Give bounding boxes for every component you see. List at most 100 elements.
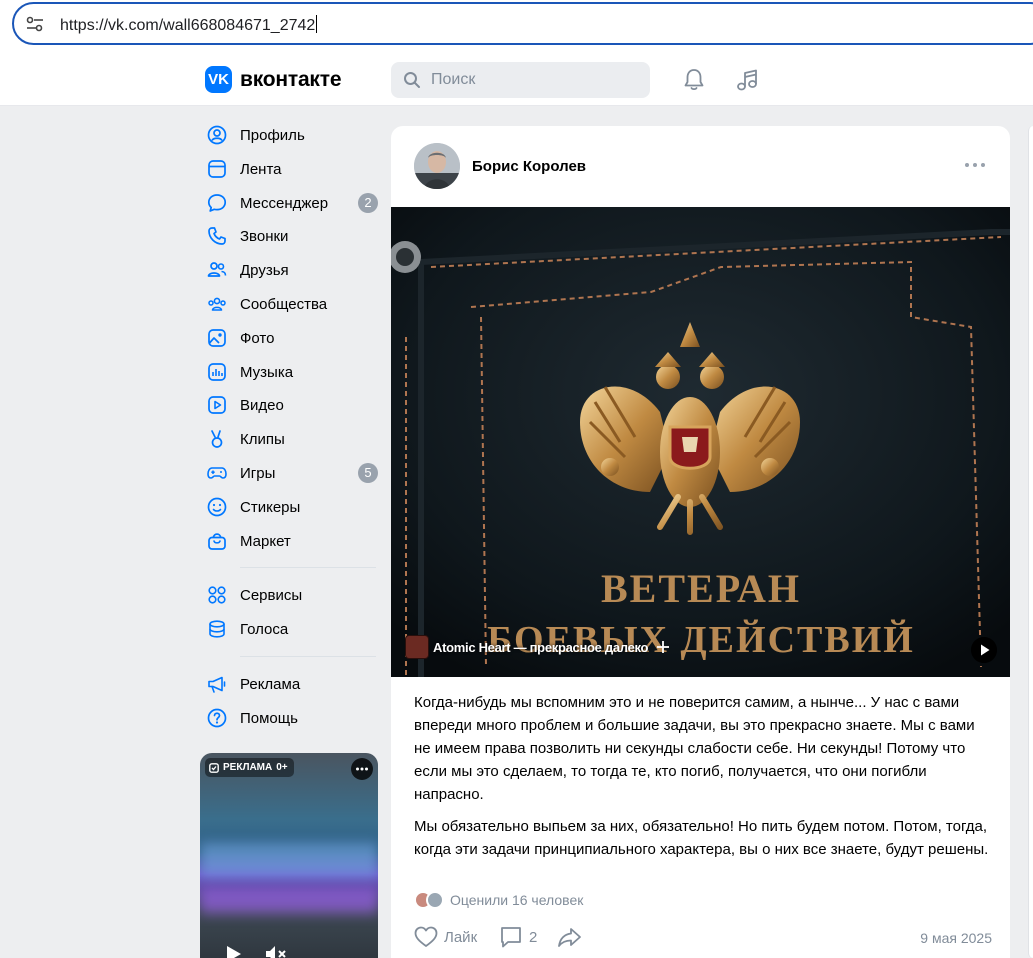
url-text: https://vk.com/wall668084671_2742	[60, 15, 318, 34]
post-more-icon[interactable]	[963, 159, 987, 171]
like-label: Лайк	[444, 928, 478, 946]
sidebar-item-label: Стикеры	[240, 498, 301, 516]
photo-icon	[208, 328, 226, 347]
author-avatar[interactable]	[414, 143, 460, 189]
avatar-image	[414, 143, 460, 189]
music-note-icon[interactable]	[734, 67, 760, 93]
phone-icon	[208, 227, 226, 246]
sidebar-item-label: Видео	[240, 397, 284, 415]
certificate-caption-line1: ВЕТЕРАН	[601, 566, 801, 611]
track-cover	[405, 635, 429, 659]
ad-marker-icon	[209, 762, 219, 773]
comment-icon	[501, 927, 521, 948]
post-text: Когда-нибудь мы вспомним это и не повери…	[414, 691, 994, 870]
games-badge: 5	[358, 462, 378, 483]
sidebar-item-profile[interactable]: Профиль	[200, 118, 380, 152]
ad-age-rating: 0+	[276, 762, 288, 773]
ad-blurred-banner	[200, 888, 378, 914]
site-settings-icon[interactable]	[26, 16, 44, 32]
right-column-edge	[1028, 126, 1033, 958]
votes-icon	[209, 620, 225, 638]
services-icon	[208, 586, 226, 604]
share-button[interactable]	[557, 926, 589, 948]
vk-logo[interactable]: VK вконтакте	[205, 66, 341, 93]
play-track-icon[interactable]	[971, 637, 997, 663]
search-box[interactable]	[391, 62, 650, 98]
ad-blurred-banner	[200, 843, 378, 877]
profile-icon	[207, 125, 227, 145]
vk-logo-mark: VK	[205, 66, 232, 93]
sidebar-item-games[interactable]: Игры 5	[200, 456, 380, 490]
post-photo[interactable]: ВЕТЕРАН БОЕВЫХ ДЕЙСТВИЙ Atomic Heart — п…	[391, 207, 1010, 677]
comment-button[interactable]: 2	[499, 926, 537, 948]
sidebar-item-label: Друзья	[240, 262, 289, 280]
sidebar-item-clips[interactable]: Клипы	[200, 422, 380, 456]
sidebar-item-help[interactable]: Помощь	[200, 701, 380, 735]
post-actions: Лайк 2 9 мая 2025	[414, 926, 992, 952]
sidebar-item-ads[interactable]: Реклама	[200, 667, 380, 701]
sidebar-item-label: Игры	[240, 464, 276, 482]
sidebar-item-music[interactable]: Музыка	[200, 355, 380, 389]
communities-icon	[208, 297, 226, 311]
url-field[interactable]: https://vk.com/wall668084671_2742	[12, 2, 1033, 45]
comment-count: 2	[529, 928, 538, 946]
more-icon[interactable]	[351, 758, 373, 780]
sidebar-divider	[240, 567, 376, 569]
author-name[interactable]: Борис Королев	[472, 158, 586, 175]
sidebar-ad[interactable]: РЕКЛАМА 0+	[200, 753, 378, 958]
search-icon	[404, 72, 420, 88]
friends-icon	[207, 262, 227, 278]
vk-logo-text: вконтакте	[240, 67, 342, 91]
feed-icon	[208, 159, 226, 178]
mute-icon[interactable]	[264, 943, 288, 958]
liked-count-text: Оценили 16 человек	[450, 892, 584, 908]
messenger-badge: 2	[358, 192, 378, 213]
games-icon	[207, 467, 227, 479]
sidebar-item-label: Голоса	[240, 621, 289, 639]
attached-track[interactable]: Atomic Heart — прекрасное далеко	[405, 635, 670, 659]
post-paragraph: Когда-нибудь мы вспомним это и не повери…	[414, 694, 975, 803]
sidebar-item-calls[interactable]: Звонки	[200, 219, 380, 253]
messenger-icon	[207, 193, 227, 212]
bell-icon[interactable]	[681, 67, 707, 93]
ad-label-text: РЕКЛАМА	[223, 762, 273, 773]
liked-by[interactable]: Оценили 16 человек	[414, 891, 583, 909]
clips-icon	[211, 430, 223, 449]
sidebar-item-friends[interactable]: Друзья	[200, 253, 380, 287]
sidebar-item-messenger[interactable]: Мессенджер 2	[200, 186, 380, 220]
sidebar-item-communities[interactable]: Сообщества	[200, 287, 380, 321]
video-icon	[208, 396, 226, 415]
sidebar-item-label: Клипы	[240, 431, 285, 449]
post-paragraph: Мы обязательно выпьем за них, обязательн…	[414, 818, 989, 858]
sidebar-item-label: Лента	[240, 160, 282, 178]
sidebar-item-label: Сервисы	[240, 587, 303, 605]
sidebar-item-votes[interactable]: Голоса	[200, 612, 380, 646]
like-button[interactable]: Лайк	[414, 926, 477, 948]
sidebar-item-label: Мессенджер	[240, 194, 329, 212]
play-icon[interactable]	[222, 943, 244, 958]
left-sidebar: Профиль Лента Мессенджер 2 Звонки Друзья…	[200, 118, 380, 735]
sidebar-item-stickers[interactable]: Стикеры	[200, 490, 380, 524]
ad-label: РЕКЛАМА 0+	[205, 758, 294, 777]
add-track-icon[interactable]	[656, 640, 670, 654]
sidebar-divider	[240, 655, 376, 657]
search-input[interactable]	[431, 70, 631, 90]
sidebar-item-feed[interactable]: Лента	[200, 152, 380, 186]
vk-header: VK вконтакте	[0, 52, 1033, 106]
veteran-certificate-image: ВЕТЕРАН БОЕВЫХ ДЕЙСТВИЙ	[391, 207, 1010, 677]
liker-avatar	[426, 891, 444, 909]
post-date[interactable]: 9 мая 2025	[920, 930, 992, 946]
sidebar-item-market[interactable]: Маркет	[200, 524, 380, 558]
share-icon	[558, 928, 581, 947]
market-icon	[208, 532, 226, 550]
help-icon	[207, 708, 227, 728]
sidebar-item-services[interactable]: Сервисы	[200, 578, 380, 612]
stickers-icon	[207, 497, 227, 517]
sidebar-item-label: Музыка	[240, 363, 294, 381]
sidebar-item-label: Реклама	[240, 675, 301, 693]
sidebar-item-photo[interactable]: Фото	[200, 321, 380, 355]
sidebar-item-label: Профиль	[240, 127, 305, 144]
sidebar-item-video[interactable]: Видео	[200, 388, 380, 422]
wall-post: Борис Королев ВЕТЕРАН БОЕВЫХ ДЕЙСТВИЙ At…	[391, 126, 1010, 958]
sidebar-item-label: Маркет	[240, 532, 291, 550]
